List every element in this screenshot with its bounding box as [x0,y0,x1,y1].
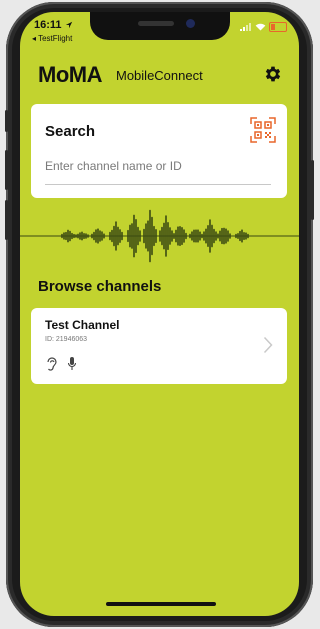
channel-feature-icons [45,356,77,372]
waveform-graphic [20,209,299,263]
phone-volume-down [5,200,8,240]
speaker-grille [138,21,174,26]
qr-code-icon[interactable] [250,117,276,143]
chevron-right-icon [263,336,273,354]
phone-notch [90,12,230,40]
app-header: MoMA MobileConnect [38,62,285,92]
phone-power-button [311,160,314,220]
signal-icon [240,23,251,31]
home-indicator [106,602,216,606]
search-input[interactable] [45,156,269,176]
channel-card[interactable]: Test Channel ID: 21946063 [31,308,287,384]
microphone-icon [67,357,77,370]
gear-icon[interactable] [263,64,283,84]
channel-name: Test Channel [45,318,120,332]
app-name: MobileConnect [116,68,203,83]
app-screen: 16:11 ◂ TestFlight MoMA MobileConnect Se… [20,12,299,616]
search-title: Search [45,123,96,140]
ear-icon [47,357,57,371]
browse-channels-title: Browse channels [38,278,162,295]
front-camera [186,19,195,28]
search-input-underline [45,184,271,185]
moma-logo: MoMA [38,62,102,87]
phone-volume-up [5,150,8,190]
battery-icon [269,22,287,32]
wifi-icon [255,23,266,31]
channel-id: ID: 21946063 [45,336,88,343]
phone-mute-switch [5,110,8,132]
back-to-testflight-link[interactable]: ◂ TestFlight [32,34,72,43]
status-time: 16:11 [34,19,73,31]
status-time-text: 16:11 [34,19,62,31]
search-card: Search [31,104,287,198]
status-indicators [240,22,287,32]
location-arrow-icon [65,21,72,29]
